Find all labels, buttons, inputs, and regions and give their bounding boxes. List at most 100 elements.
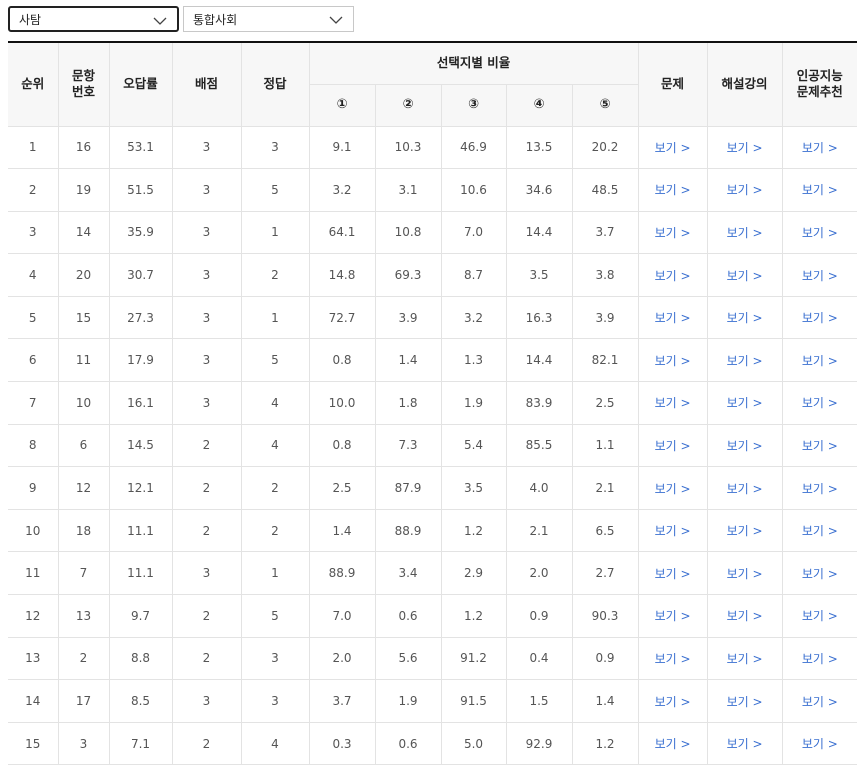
view-ai-recommend-link[interactable]: 보기 > (781, 125, 858, 170)
view-lecture-link[interactable]: 보기 > (706, 594, 783, 638)
view-lecture-link[interactable]: 보기 > (706, 210, 783, 255)
view-problem-link[interactable]: 보기 > (637, 721, 708, 766)
view-problem-link[interactable]: 보기 > (637, 636, 708, 681)
cell-answer: 3 (240, 125, 310, 170)
cell-rank: 13 (8, 636, 59, 681)
view-ai-recommend-link[interactable]: 보기 > (781, 508, 858, 553)
view-lecture-link[interactable]: 보기 > (706, 125, 783, 170)
view-problem-link[interactable]: 보기 > (637, 508, 708, 553)
cell-wrong-rate: 16.1 (108, 381, 173, 425)
view-lecture-link[interactable]: 보기 > (706, 636, 783, 681)
cell-rank: 5 (8, 295, 59, 340)
view-ai-recommend-link[interactable]: 보기 > (781, 636, 858, 681)
cell-rank: 3 (8, 210, 59, 255)
cell-choice-3: 91.2 (440, 636, 507, 681)
table-row: 6 11 17.9 3 5 0.8 1.4 1.3 14.4 82.1 보기 > 보기 > 보기 > (8, 338, 858, 383)
cell-choice-2: 87.9 (374, 466, 442, 510)
view-lecture-link[interactable]: 보기 > (706, 466, 783, 510)
view-lecture-link[interactable]: 보기 > (706, 679, 783, 723)
view-lecture-link[interactable]: 보기 > (706, 338, 783, 383)
view-ai-recommend-link[interactable]: 보기 > (781, 210, 858, 255)
cell-choice-1: 1.4 (308, 508, 376, 553)
chevron-down-icon (153, 17, 167, 25)
cell-question-no: 14 (57, 210, 110, 255)
cell-choice-2: 7.3 (374, 423, 442, 468)
view-problem-link[interactable]: 보기 > (637, 253, 708, 297)
cell-choice-2: 88.9 (374, 508, 442, 553)
subject-select[interactable]: 통합사회 (183, 6, 354, 32)
cell-choice-3: 1.3 (440, 338, 507, 383)
table-row: 3 14 35.9 3 1 64.1 10.8 7.0 14.4 3.7 보기 > 보기 > 보기 > (8, 210, 858, 255)
cell-choice-3: 3.5 (440, 466, 507, 510)
view-ai-recommend-link[interactable]: 보기 > (781, 423, 858, 468)
cell-wrong-rate: 8.8 (108, 636, 173, 681)
cell-choice-5: 1.2 (571, 721, 639, 766)
view-problem-link[interactable]: 보기 > (637, 210, 708, 255)
view-ai-recommend-link[interactable]: 보기 > (781, 168, 858, 212)
table-row: 9 12 12.1 2 2 2.5 87.9 3.5 4.0 2.1 보기 > 보기 > 보기 > (8, 466, 858, 510)
view-ai-recommend-link[interactable]: 보기 > (781, 295, 858, 340)
cell-choice-1: 3.2 (308, 168, 376, 212)
cell-points: 2 (171, 636, 242, 681)
view-problem-link[interactable]: 보기 > (637, 125, 708, 170)
cell-points: 3 (171, 338, 242, 383)
view-ai-recommend-link[interactable]: 보기 > (781, 594, 858, 638)
cell-choice-3: 10.6 (440, 168, 507, 212)
view-lecture-link[interactable]: 보기 > (706, 508, 783, 553)
view-ai-recommend-link[interactable]: 보기 > (781, 253, 858, 297)
table-row: 8 6 14.5 2 4 0.8 7.3 5.4 85.5 1.1 보기 > 보기 > 보기 > (8, 423, 858, 468)
view-problem-link[interactable]: 보기 > (637, 551, 708, 596)
wrong-answer-table: 순위 문항 번호 오답률 배점 정답 선택지별 비율 문제 해설강의 인공지능 문제… (8, 41, 858, 766)
cell-rank: 4 (8, 253, 59, 297)
cell-wrong-rate: 27.3 (108, 295, 173, 340)
header-problem: 문제 (637, 41, 708, 127)
view-lecture-link[interactable]: 보기 > (706, 721, 783, 766)
cell-choice-3: 1.9 (440, 381, 507, 425)
table-row: 4 20 30.7 3 2 14.8 69.3 8.7 3.5 3.8 보기 > 보기 > 보기 > (8, 253, 858, 297)
view-lecture-link[interactable]: 보기 > (706, 423, 783, 468)
subject-area-select[interactable]: 사탐 (8, 6, 179, 32)
view-problem-link[interactable]: 보기 > (637, 381, 708, 425)
cell-choice-3: 3.2 (440, 295, 507, 340)
cell-choice-3: 2.9 (440, 551, 507, 596)
cell-choice-4: 13.5 (505, 125, 573, 170)
cell-choice-2: 10.3 (374, 125, 442, 170)
cell-choice-1: 64.1 (308, 210, 376, 255)
cell-choice-2: 10.8 (374, 210, 442, 255)
cell-points: 2 (171, 508, 242, 553)
cell-choice-5: 3.8 (571, 253, 639, 297)
view-problem-link[interactable]: 보기 > (637, 423, 708, 468)
table-row: 5 15 27.3 3 1 72.7 3.9 3.2 16.3 3.9 보기 > 보기 > 보기 > (8, 295, 858, 340)
cell-choice-2: 1.9 (374, 679, 442, 723)
cell-question-no: 19 (57, 168, 110, 212)
view-problem-link[interactable]: 보기 > (637, 338, 708, 383)
cell-choice-4: 92.9 (505, 721, 573, 766)
view-ai-recommend-link[interactable]: 보기 > (781, 679, 858, 723)
view-lecture-link[interactable]: 보기 > (706, 168, 783, 212)
view-lecture-link[interactable]: 보기 > (706, 381, 783, 425)
view-ai-recommend-link[interactable]: 보기 > (781, 338, 858, 383)
view-problem-link[interactable]: 보기 > (637, 168, 708, 212)
view-lecture-link[interactable]: 보기 > (706, 551, 783, 596)
view-lecture-link[interactable]: 보기 > (706, 253, 783, 297)
cell-choice-5: 1.1 (571, 423, 639, 468)
view-problem-link[interactable]: 보기 > (637, 594, 708, 638)
view-ai-recommend-link[interactable]: 보기 > (781, 551, 858, 596)
cell-points: 3 (171, 210, 242, 255)
view-problem-link[interactable]: 보기 > (637, 466, 708, 510)
table-row: 10 18 11.1 2 2 1.4 88.9 1.2 2.1 6.5 보기 > 보기 > 보기 > (8, 508, 858, 553)
cell-choice-2: 3.1 (374, 168, 442, 212)
cell-wrong-rate: 7.1 (108, 721, 173, 766)
view-ai-recommend-link[interactable]: 보기 > (781, 721, 858, 766)
view-problem-link[interactable]: 보기 > (637, 679, 708, 723)
cell-answer: 4 (240, 423, 310, 468)
table-row: 15 3 7.1 2 4 0.3 0.6 5.0 92.9 1.2 보기 > 보기 > 보기 > (8, 721, 858, 766)
cell-choice-2: 3.4 (374, 551, 442, 596)
cell-wrong-rate: 14.5 (108, 423, 173, 468)
view-problem-link[interactable]: 보기 > (637, 295, 708, 340)
cell-wrong-rate: 11.1 (108, 551, 173, 596)
view-ai-recommend-link[interactable]: 보기 > (781, 466, 858, 510)
cell-wrong-rate: 8.5 (108, 679, 173, 723)
view-ai-recommend-link[interactable]: 보기 > (781, 381, 858, 425)
view-lecture-link[interactable]: 보기 > (706, 295, 783, 340)
